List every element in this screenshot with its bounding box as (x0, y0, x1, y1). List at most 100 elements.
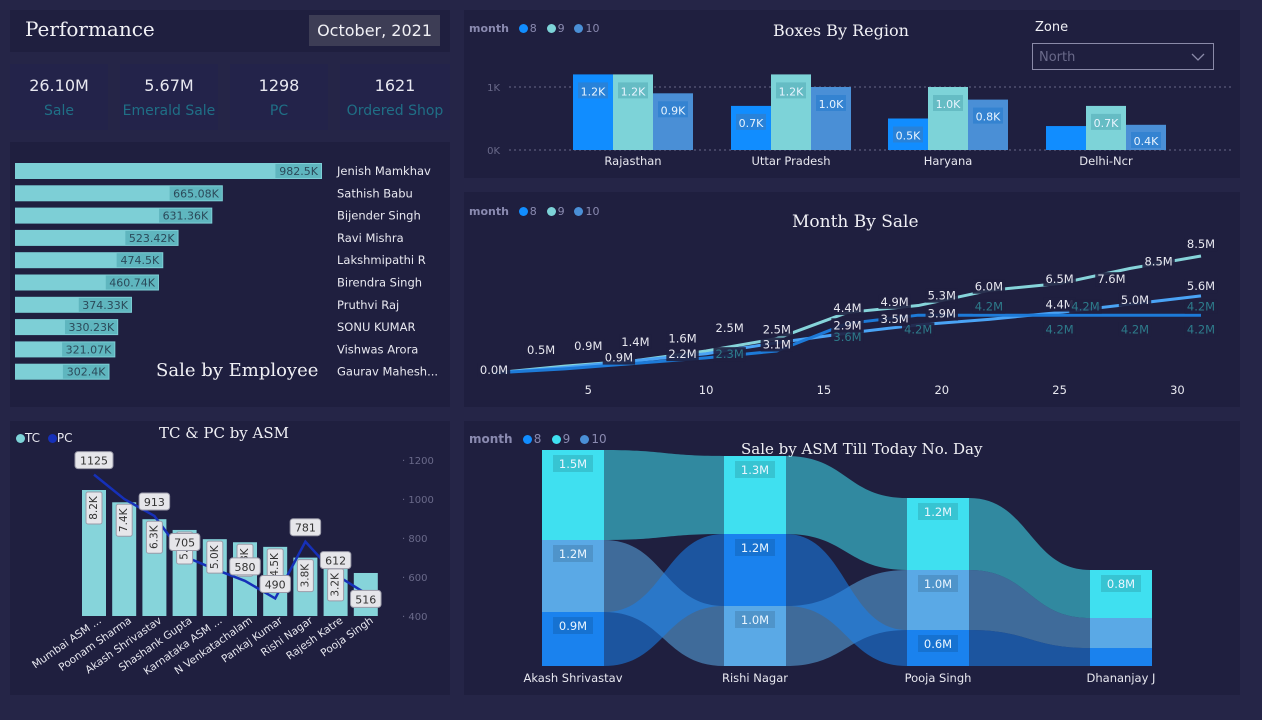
data-label: 913 (144, 496, 165, 509)
data-label: 2.5M (716, 321, 744, 335)
category-label: SONU KUMAR (337, 320, 415, 334)
boxes-by-region-panel: month 8 9 10 Boxes By Region Zone North … (464, 10, 1240, 178)
data-label: 1.2K (621, 85, 646, 98)
category-label: Gaurav Mahesh... (337, 365, 438, 379)
kpi-ordered-shop: 1621 Ordered Shop (340, 64, 450, 130)
x-tick-label: 30 (1170, 383, 1185, 397)
data-label: 4.4M (833, 301, 861, 315)
date-badge[interactable]: October, 2021 (309, 15, 440, 46)
y2-tick-label: · 800 (402, 534, 427, 545)
data-label: 3.8K (299, 563, 311, 588)
data-label: 665.08K (173, 187, 219, 200)
month-by-sale-chart[interactable]: 5 10 15 20 25 30 0.0M 0.5M 0.9M 1.4M 0.9M 1.6M 2.2M 2… (464, 192, 1240, 407)
sale-by-asm-chart[interactable]: 1.5M 1.2M 0.9M Akash Shrivastav 1.3M 1.0M 1.2M… (464, 421, 1240, 695)
y2-tick-label: · 400 (402, 612, 427, 623)
stack-segment (1090, 618, 1152, 648)
data-label: 4.2M (904, 322, 932, 336)
data-label: 4.2M (1045, 322, 1073, 336)
kpi-label: Emerald Sale (122, 103, 216, 119)
data-label: 612 (325, 555, 346, 568)
month-by-sale-panel: month 8 9 10 Month By Sale 5 10 15 20 25 30 0.… (464, 192, 1240, 407)
data-label: 0.5M (527, 343, 555, 357)
data-label: 1.2M (741, 541, 769, 555)
x-tick-label: Delhi-Ncr (1079, 154, 1133, 168)
kpi-label: Sale (44, 103, 74, 119)
kpi-emerald-sale: 5.67M Emerald Sale (120, 64, 218, 130)
data-label: 4.2M (1071, 300, 1099, 314)
data-label: 0.5K (896, 130, 921, 143)
x-tick-label: 10 (699, 383, 714, 397)
data-label: 523.42K (129, 232, 175, 245)
data-label: 474.5K (121, 254, 160, 267)
x-tick-label: Rishi Nagar (722, 671, 788, 685)
data-label: 6.0M (975, 280, 1003, 294)
chart-title: Sale by Employee (156, 360, 319, 381)
data-label: 580 (235, 561, 256, 574)
y2-tick-label: · 1200 (402, 456, 434, 467)
data-label: 321.07K (66, 343, 112, 356)
data-label: 5.0M (1121, 293, 1149, 307)
category-label: Ravi Mishra (337, 231, 404, 245)
data-label: 5.0K (209, 544, 221, 569)
data-label: 781 (295, 522, 316, 535)
data-label: 0.0M (480, 363, 508, 377)
x-tick-label: 5 (585, 383, 592, 397)
stack-segment (1090, 648, 1152, 666)
x-tick-label: 20 (934, 383, 949, 397)
category-label: Sathish Babu (337, 186, 413, 200)
data-label: 0.9M (559, 619, 587, 633)
data-label: 0.7K (739, 117, 764, 130)
x-tick-label: Dhananjay J (1087, 671, 1156, 685)
data-label: 4.2M (1187, 300, 1215, 314)
data-label: 3.2K (330, 572, 342, 597)
data-label: 1.2M (924, 505, 952, 519)
x-tick-label: Uttar Pradesh (751, 154, 830, 168)
data-label: 2.5M (763, 322, 791, 336)
data-label: 0.4K (1134, 135, 1159, 148)
data-label: 0.9K (661, 104, 686, 117)
page-title: Performance (25, 17, 155, 41)
category-label: Pruthvi Raj (337, 298, 399, 312)
x-tick-label: 25 (1052, 383, 1067, 397)
data-label: 1.5M (559, 457, 587, 471)
data-label: 4.2M (975, 300, 1003, 314)
y2-tick-label: · 1000 (402, 495, 434, 506)
data-label: 0.9M (605, 351, 633, 365)
data-label: 1125 (80, 455, 108, 468)
data-label: 1.2K (779, 85, 804, 98)
tc-pc-by-asm-chart[interactable]: · 400 · 600 · 800 · 1000 · 1200 8.2K 7.4K 6.3K 5… (10, 421, 450, 695)
data-label: 4.2M (1187, 322, 1215, 336)
data-label: 0.8M (1107, 577, 1135, 591)
data-label: 302.4K (67, 366, 106, 379)
bar (1046, 126, 1086, 150)
data-label: 490 (265, 578, 286, 591)
kpi-label: PC (269, 103, 289, 119)
kpi-value: 5.67M (144, 76, 194, 95)
category-label: Lakshmipathi R (337, 253, 426, 267)
x-tick-label: 15 (817, 383, 832, 397)
sale-by-employee-panel: 982.5K Jenish Mamkhav 665.08K Sathish Babu 6… (10, 142, 450, 407)
data-label: 1.4M (621, 335, 649, 349)
x-tick-label: Pooja Singh (905, 671, 972, 685)
x-tick-label: Akash Shrivastav (523, 671, 622, 685)
data-label: 0.9M (574, 339, 602, 353)
data-label: 2.2M (668, 347, 696, 361)
data-label: 3.1M (763, 338, 791, 352)
data-label: 982.5K (279, 165, 318, 178)
data-label: 4.5K (269, 552, 281, 577)
data-label: 8.5M (1187, 237, 1215, 251)
x-tick-label: Rajasthan (604, 154, 661, 168)
data-label: 1.3M (741, 463, 769, 477)
sale-by-asm-panel: month 8 9 10 Sale by ASM Till Today No. … (464, 421, 1240, 695)
category-label: Birendra Singh (337, 276, 422, 290)
tc-pc-by-asm-panel: TC PC TC & PC by ASM · 400 · 600 · 800 · 10… (10, 421, 450, 695)
data-label: 1.2M (559, 547, 587, 561)
kpi-value: 26.10M (29, 76, 89, 95)
category-label: Jenish Mamkhav (336, 164, 431, 178)
data-label: 631.36K (163, 210, 209, 223)
boxes-by-region-chart[interactable]: 0K 1K 1.2K 1.2K 0.9K Rajasthan 0.7K 1.2K 1.0K Utt… (464, 10, 1240, 178)
category-label: Vishwas Arora (337, 342, 418, 356)
data-label: 6.3K (148, 524, 160, 549)
data-label: 330.23K (68, 321, 114, 334)
data-label: 1.0K (819, 98, 844, 111)
